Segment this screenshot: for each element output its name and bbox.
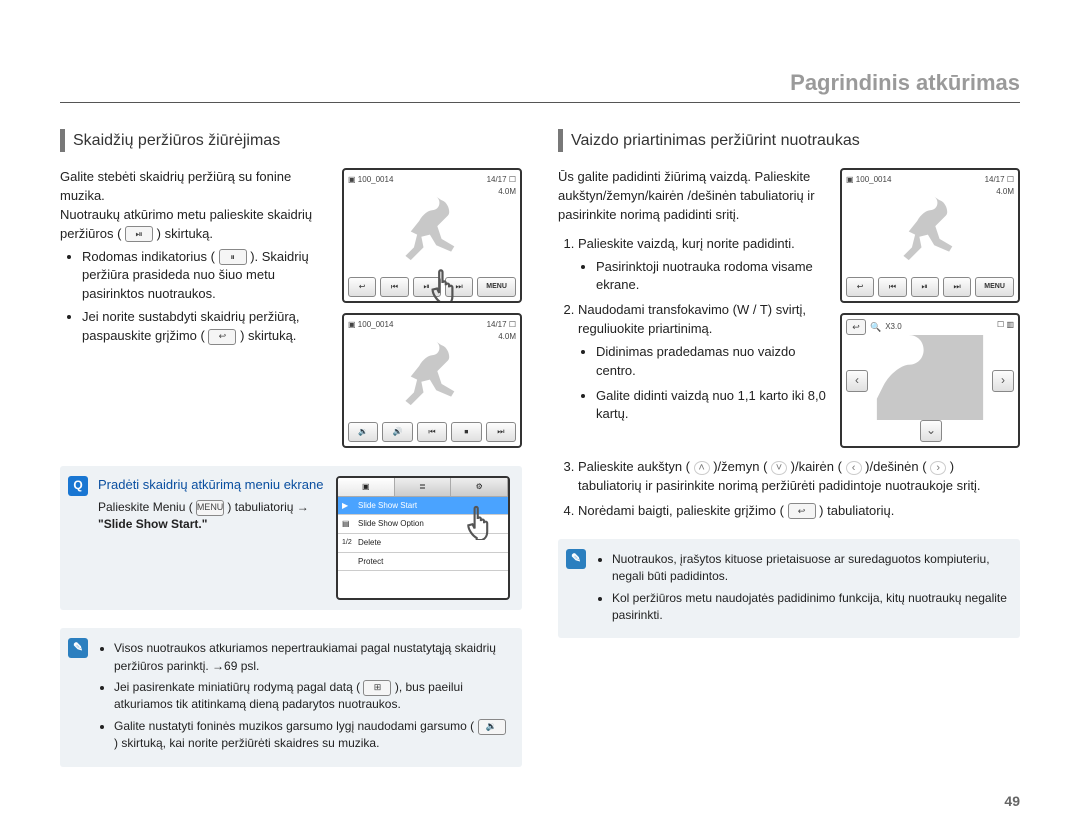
- slideshow-icon: ⏯: [125, 226, 153, 242]
- lcd1-prev-button[interactable]: ⏮: [380, 277, 408, 297]
- note-pencil-icon: ✎: [68, 638, 88, 658]
- lcdr1-back-button[interactable]: ↩: [846, 277, 874, 297]
- step-2: Naudodami transfokavimo (W / T) svirtį, …: [578, 301, 830, 424]
- menu-row-protect[interactable]: Protect: [338, 553, 508, 572]
- note-pencil-icon: ✎: [566, 549, 586, 569]
- note-box-right: ✎ Nuotraukos, įrašytos kituose prietaisu…: [558, 539, 1020, 639]
- zoom-left-button[interactable]: ‹: [846, 370, 868, 392]
- lcd2-next-button[interactable]: ⏭: [486, 422, 516, 442]
- volume-icon: 🔉: [478, 719, 506, 735]
- chevron-up-icon: ˄: [694, 461, 710, 475]
- lcd2-stop-button[interactable]: ⏹: [451, 422, 481, 442]
- hand-pointer-icon: [462, 498, 504, 540]
- note-r2: Kol peržiūros metu naudojatės padidinimo…: [612, 590, 1008, 625]
- skater-silhouette-zoom: [872, 335, 988, 420]
- manual-page: Pagrindinis atkūrimas Skaidžių peržiūros…: [0, 0, 1080, 827]
- step-4: Norėdami baigti, palieskite grįžimo ( ↩ …: [578, 502, 1020, 521]
- zoom-down-button[interactable]: ⌄: [920, 420, 942, 442]
- lcd-preview-zoom-1: ▣ 100_0014 14/17 ☐ 4.0M: [840, 168, 1020, 303]
- lcd2-voldown-button[interactable]: 🔉: [348, 422, 378, 442]
- para-r1: Ūs galite padidinti žiūrimą vaizdą. Pali…: [558, 168, 830, 225]
- menu-tab-photo[interactable]: ▣: [338, 478, 395, 496]
- return-icon: ↩: [208, 329, 236, 345]
- step-3: Palieskite aukštyn ( ˄ )/žemyn ( ˅ )/kai…: [578, 458, 1020, 496]
- para-1: Galite stebėti skaidrių peržiūrą su foni…: [60, 168, 332, 206]
- date-view-icon: ⊞: [363, 680, 391, 696]
- lcd2-prev-button[interactable]: ⏮: [417, 422, 447, 442]
- slideshow-body: Galite stebėti skaidrių peržiūrą su foni…: [60, 168, 332, 350]
- note-box-left: ✎ Visos nuotraukos atkuriamos nepertrauk…: [60, 628, 522, 766]
- chevron-right-icon: ›: [930, 461, 946, 475]
- lcd2-volup-button[interactable]: 🔊: [382, 422, 412, 442]
- skater-silhouette: [374, 335, 490, 420]
- note-l3: Galite nustatyti foninės muzikos garsumo…: [114, 718, 510, 753]
- lcd-preview-slideshow-1: ▣ 100_0014 14/17 ☐ 4.0M: [342, 168, 522, 303]
- note-l2: Jei pasirenkate miniatiūrų rodymą pagal …: [114, 679, 510, 714]
- section-heading-zoom: Vaizdo priartinimas peržiūrint nuotrauka…: [558, 129, 1020, 152]
- zoom-right-button[interactable]: ›: [992, 370, 1014, 392]
- page-number: 49: [1004, 793, 1020, 809]
- lcd1-back-button[interactable]: ↩: [348, 277, 376, 297]
- lcd-preview-zoom-2: ↩ 🔍 X3.0 ☐ ▥ ‹ › ⌄: [840, 313, 1020, 448]
- pause-indicator-icon: ⏸: [219, 249, 247, 265]
- lcdr1-play-button[interactable]: ⏯: [911, 277, 939, 297]
- left-column: Skaidžių peržiūros žiūrėjimas Galite ste…: [60, 129, 522, 767]
- bullet-stop: Jei norite sustabdyti skaidrių peržiūrą,…: [82, 308, 332, 346]
- return-icon[interactable]: ↩: [846, 319, 866, 335]
- return-icon: ↩: [788, 503, 816, 519]
- page-title: Pagrindinis atkūrimas: [60, 70, 1020, 103]
- chevron-left-icon: ‹: [846, 461, 862, 475]
- lcdr1-menu-button[interactable]: MENU: [975, 277, 1014, 297]
- lcd1-menu-button[interactable]: MENU: [477, 277, 516, 297]
- bullet-indicator: Rodomas indikatorius ( ⏸ ). Skaidrių per…: [82, 248, 332, 305]
- note-r1: Nuotraukos, įrašytos kituose prietaisuos…: [612, 551, 1008, 586]
- lcdr1-prev-button[interactable]: ⏮: [878, 277, 906, 297]
- menu-badge-icon: MENU: [196, 500, 224, 516]
- hand-pointer-icon: [426, 261, 470, 303]
- menu-screen: ▣ ≣ ⚙ ▶Slide Show Start ▤Slide Show Opti…: [336, 476, 510, 600]
- lcd-preview-slideshow-2: ▣ 100_0014 14/17 ☐ 4.0M: [342, 313, 522, 448]
- lcdr1-next-button[interactable]: ⏭: [943, 277, 971, 297]
- menu-tab-list[interactable]: ≣: [395, 478, 452, 496]
- section-heading-slideshow: Skaidžių peržiūros žiūrėjimas: [60, 129, 522, 152]
- para-2: Nuotraukų atkūrimo metu palieskite skaid…: [60, 206, 332, 244]
- chevron-down-icon: ˅: [771, 461, 787, 475]
- skater-silhouette: [872, 190, 988, 275]
- tip-box-start-slideshow: Q ▣ ≣ ⚙ ▶Slide Show Start ▤Slide Show Op…: [60, 466, 522, 610]
- step-1: Palieskite vaizdą, kurį norite padidinti…: [578, 235, 830, 296]
- zoom-level-text: X3.0: [885, 321, 901, 333]
- right-column: Vaizdo priartinimas peržiūrint nuotrauka…: [558, 129, 1020, 767]
- menu-tab-settings[interactable]: ⚙: [451, 478, 508, 496]
- note-l1: Visos nuotraukos atkuriamos nepertraukia…: [114, 640, 510, 675]
- tip-q-icon: Q: [68, 476, 88, 496]
